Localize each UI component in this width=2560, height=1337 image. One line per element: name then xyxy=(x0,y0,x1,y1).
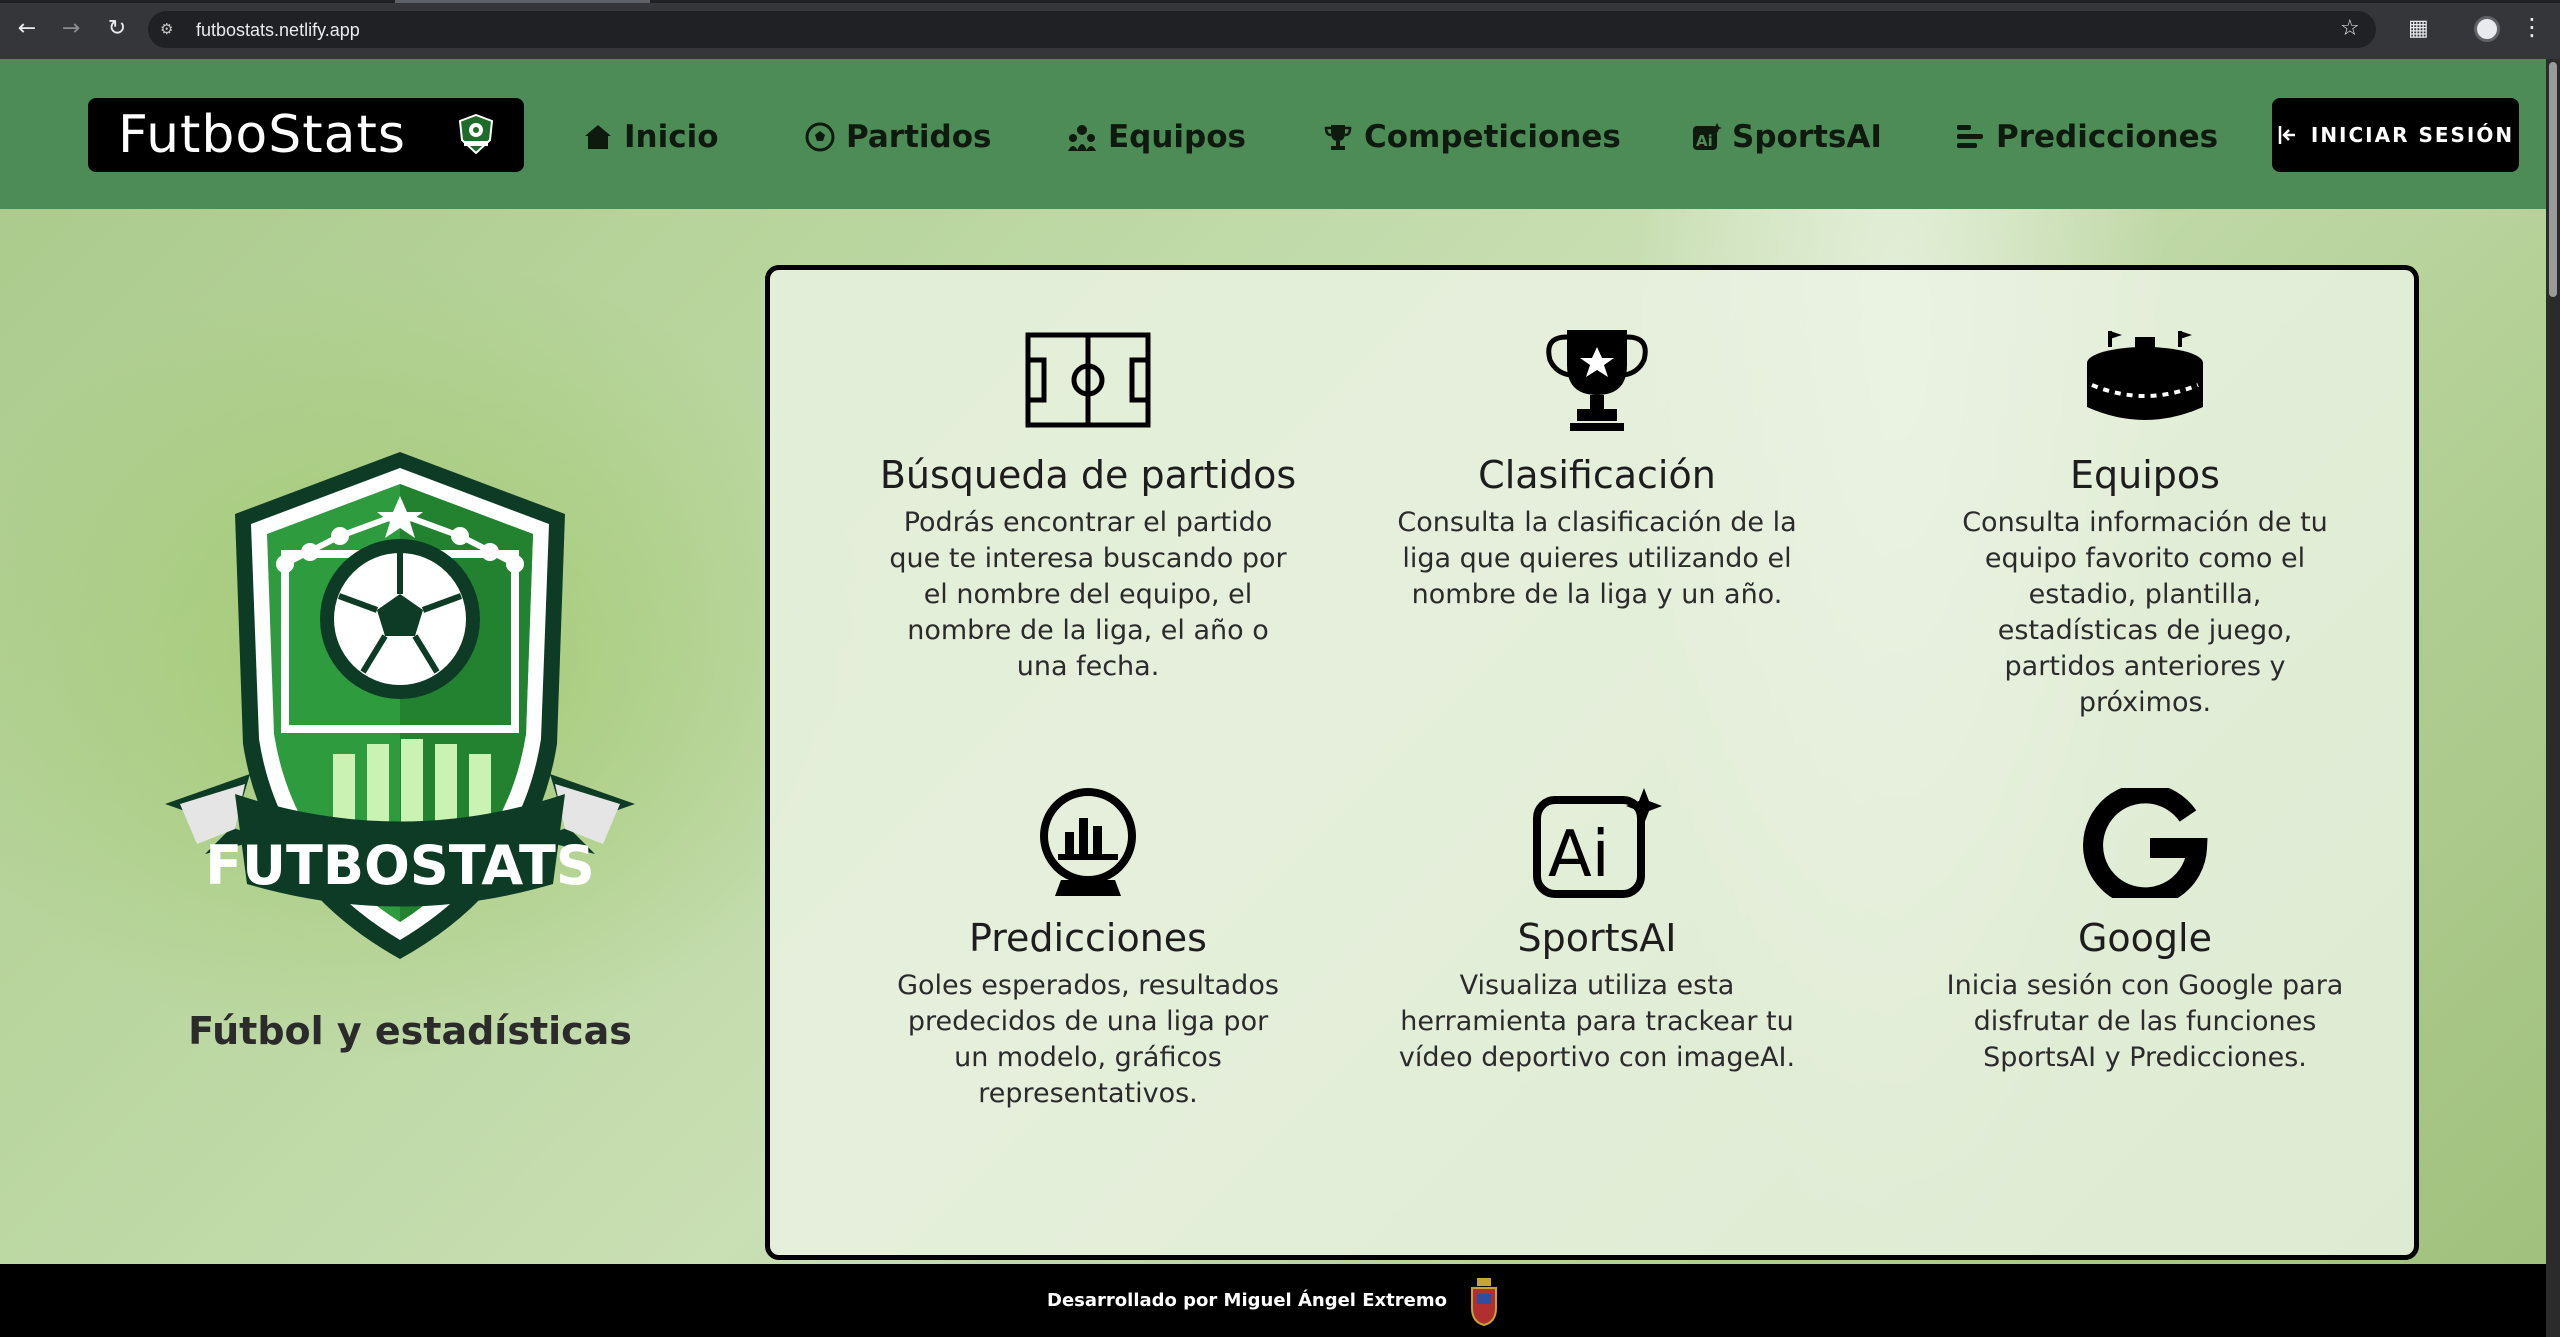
nav-label: Inicio xyxy=(624,119,719,155)
address-bar[interactable] xyxy=(148,11,2376,48)
feature-match-search: Búsqueda de partidos Podrás encontrar el… xyxy=(838,325,1338,685)
site-footer: Desarrollado por Miguel Ángel Extremo xyxy=(0,1264,2546,1337)
feature-title: Google xyxy=(2077,916,2212,960)
crest-text: FUTBOSTATS xyxy=(205,834,595,897)
reload-icon[interactable]: ↻ xyxy=(102,14,132,44)
home-icon xyxy=(585,125,611,149)
extensions-icon[interactable]: ▦ xyxy=(2408,16,2429,41)
trophy-icon xyxy=(1324,125,1352,150)
feature-predictions: Predicciones Goles esperados, resultados… xyxy=(838,788,1338,1112)
footer-credit: Desarrollado por Miguel Ángel Extremo xyxy=(1047,1290,1447,1311)
site-header: FutboStats Inicio Partidos Equipos Compe… xyxy=(0,59,2546,209)
trophy-icon xyxy=(1546,330,1648,431)
feature-desc: Inicia sesión con Google para disfrutar … xyxy=(1946,970,2344,1073)
feature-standings: Clasificación Consulta la clasificación … xyxy=(1347,325,1847,613)
feature-sportsai: Ai SportsAI Visualiza utiliza esta herra… xyxy=(1347,788,1847,1076)
team-icon xyxy=(1068,125,1096,151)
address-url[interactable]: futbostats.netlify.app xyxy=(196,18,360,42)
nav-label: Equipos xyxy=(1108,119,1247,155)
soccer-ball-icon xyxy=(805,122,835,152)
feature-desc: Consulta información de tu equipo favori… xyxy=(1962,507,2328,718)
nav-predicciones[interactable]: Predicciones xyxy=(1954,115,2218,159)
svg-text:Ai: Ai xyxy=(1548,818,1610,892)
bookmark-star-icon[interactable]: ☆ xyxy=(2340,16,2360,41)
nav-competiciones[interactable]: Competiciones xyxy=(1322,115,1621,159)
feature-title: Búsqueda de partidos xyxy=(879,453,1297,497)
feature-title: Clasificación xyxy=(1478,453,1716,497)
tab-strip xyxy=(0,0,2560,3)
nav-equipos[interactable]: Equipos xyxy=(1066,115,1246,159)
bars-icon xyxy=(1957,125,1983,148)
back-icon[interactable]: ← xyxy=(12,14,42,44)
feature-desc: Visualiza utiliza esta herramienta para … xyxy=(1398,970,1796,1073)
nav-partidos[interactable]: Partidos xyxy=(804,115,991,159)
ai-icon: Ai xyxy=(1693,123,1722,150)
forward-icon[interactable]: → xyxy=(56,14,86,44)
crystal-ball-icon xyxy=(1040,788,1136,896)
nav-label: Competiciones xyxy=(1364,119,1621,155)
nav-label: Partidos xyxy=(846,119,992,155)
nav-inicio[interactable]: Inicio xyxy=(582,115,719,159)
coat-of-arms-icon xyxy=(1470,1277,1497,1326)
ai-icon: Ai xyxy=(1533,788,1662,898)
nav-label: Predicciones xyxy=(1996,119,2219,155)
hero-tagline: Fútbol y estadísticas xyxy=(188,1009,632,1053)
login-icon xyxy=(2278,126,2295,144)
nav-label: SportsAI xyxy=(1732,119,1882,155)
feature-title: Equipos xyxy=(2070,453,2220,497)
nav-sportsai[interactable]: Ai SportsAI xyxy=(1690,115,1882,159)
features-card: Búsqueda de partidos Podrás encontrar el… xyxy=(765,265,2419,1260)
site-info-icon[interactable]: ⚙ xyxy=(160,18,182,40)
pitch-icon xyxy=(1025,332,1151,428)
page-viewport: FutboStats Inicio Partidos Equipos Compe… xyxy=(0,59,2546,1337)
browser-menu-icon[interactable]: ⋮ xyxy=(2520,12,2544,42)
login-label: INICIAR SESIÓN xyxy=(2310,123,2515,147)
svg-text:Ai: Ai xyxy=(1696,132,1713,150)
feature-title: Predicciones xyxy=(969,916,1207,960)
google-icon xyxy=(2083,788,2208,898)
feature-teams: Equipos Consulta información de tu equip… xyxy=(1895,325,2395,721)
logo[interactable]: FutboStats xyxy=(88,98,524,172)
feature-desc: Consulta la clasificación de la liga que… xyxy=(1397,507,1797,610)
scrollbar-thumb[interactable] xyxy=(2549,62,2557,297)
feature-desc: Podrás encontrar el partido que te inter… xyxy=(889,507,1287,682)
futbostats-crest: FUTBOSTATS xyxy=(165,452,635,959)
active-tab-indicator xyxy=(395,0,650,3)
feature-google: Google Inicia sesión con Google para dis… xyxy=(1895,788,2395,1076)
feature-desc: Goles esperados, resultados predecidos d… xyxy=(897,970,1279,1109)
login-button[interactable]: INICIAR SESIÓN xyxy=(2272,98,2519,172)
stadium-icon xyxy=(2087,331,2203,420)
logo-text: FutboStats xyxy=(118,105,406,165)
profile-avatar[interactable] xyxy=(2474,16,2500,42)
logo-badge-icon xyxy=(458,114,494,154)
feature-title: SportsAI xyxy=(1517,916,1677,960)
